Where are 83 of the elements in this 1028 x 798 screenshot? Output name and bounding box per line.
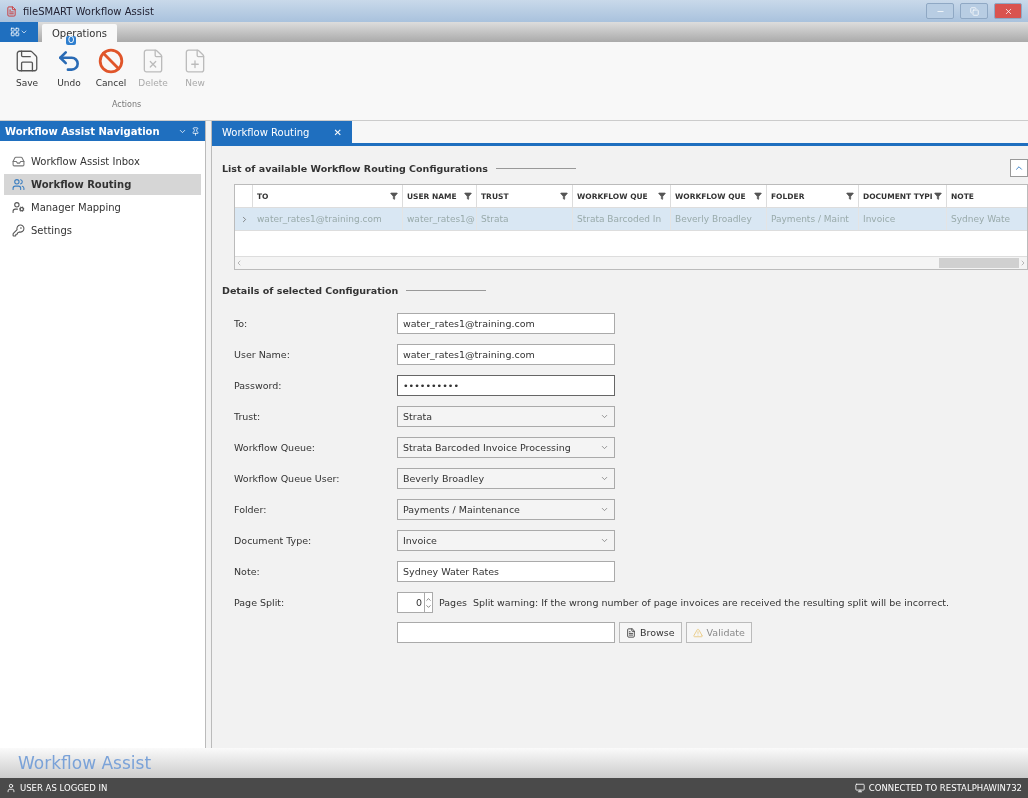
filter-icon[interactable] — [846, 192, 854, 200]
spin-down-icon[interactable] — [425, 602, 432, 610]
dropdown-field[interactable]: Strata Barcoded Invoice Processing — [397, 437, 615, 458]
close-icon — [1003, 6, 1013, 16]
user-icon — [12, 201, 25, 214]
nav-item[interactable]: Manager Mapping — [4, 197, 201, 218]
ribbon-button[interactable]: Save — [8, 48, 46, 98]
spin-up-icon[interactable] — [425, 595, 432, 603]
unit-label: Pages — [439, 597, 467, 608]
warning-text: Split warning: If the wrong number of page invoices are received the resulting split will be incorrect. — [472, 597, 950, 608]
close-tab-button[interactable]: ✕ — [333, 126, 342, 138]
filter-icon[interactable] — [754, 192, 762, 200]
inbox-icon — [12, 155, 25, 168]
field-label: To: — [234, 318, 249, 329]
cancel-icon — [98, 48, 124, 74]
field-label: Page Split: — [234, 597, 286, 608]
restore-icon — [969, 6, 979, 16]
filter-icon[interactable] — [560, 192, 568, 200]
grid-icon — [10, 27, 20, 37]
number-spinner[interactable]: 0 — [397, 592, 433, 613]
close-button[interactable] — [994, 3, 1022, 19]
text-field[interactable]: Sydney Water Rates — [397, 561, 615, 582]
filter-icon[interactable] — [464, 192, 472, 200]
warning-icon — [692, 627, 703, 638]
users-icon — [12, 178, 25, 191]
table-cell: water_rates1@ — [403, 208, 477, 230]
pin-icon[interactable] — [191, 126, 200, 136]
field-label: Workflow Queue: — [234, 442, 317, 453]
scroll-right-icon[interactable] — [1019, 259, 1027, 267]
table-cell: water_rates1@training.com — [253, 208, 403, 230]
field-label: Password: — [234, 380, 283, 391]
horizontal-scrollbar[interactable] — [235, 256, 1027, 269]
nav-item[interactable]: Workflow Assist Inbox — [4, 151, 201, 172]
dropdown-field[interactable]: Invoice — [397, 530, 615, 551]
scroll-left-icon[interactable] — [235, 259, 243, 267]
ribbon-button[interactable]: Undo — [50, 48, 88, 98]
ribbon-tab[interactable]: Operations O — [42, 24, 117, 42]
file-path-field[interactable] — [397, 622, 615, 643]
window-title: fileSMART Workflow Assist — [23, 5, 155, 17]
filter-icon[interactable] — [390, 192, 398, 200]
restore-button[interactable] — [960, 3, 988, 19]
field-label: Note: — [234, 566, 261, 577]
field-label: User Name: — [234, 349, 291, 360]
field-label: Document Type: — [234, 535, 313, 546]
dropdown-field[interactable]: Strata — [397, 406, 615, 427]
collapse-button[interactable] — [1010, 159, 1028, 177]
browse-button[interactable]: Browse — [619, 622, 682, 643]
table-cell: Strata — [477, 208, 573, 230]
filter-icon[interactable] — [934, 192, 942, 200]
key-icon — [12, 224, 25, 237]
field-label: Workflow Queue User: — [234, 473, 341, 484]
section-title: Details of selected Configuration — [222, 284, 399, 296]
status-text: USER AS LOGGED IN — [20, 783, 108, 793]
chevron-up-icon — [1014, 163, 1024, 173]
nav-item[interactable]: Workflow Routing — [4, 174, 201, 195]
password-field[interactable]: •••••••••• — [397, 375, 615, 396]
monitor-icon — [854, 783, 865, 793]
dropdown-field[interactable]: Payments / Maintenance — [397, 499, 615, 520]
text-field[interactable]: water_rates1@training.com — [397, 313, 615, 334]
field-label: Trust: — [234, 411, 262, 422]
group-label: Actions — [112, 100, 143, 109]
document-icon — [626, 627, 636, 638]
app-icon — [6, 5, 17, 17]
undo-icon — [56, 48, 82, 74]
brand-title: Workflow Assist — [18, 753, 152, 773]
panel-title: Workflow Assist Navigation — [5, 125, 161, 137]
save-icon — [14, 48, 40, 74]
field-label: Folder: — [234, 504, 268, 515]
document-tab[interactable]: Workflow Routing ✕ — [212, 121, 352, 143]
app-menu-button[interactable] — [0, 22, 38, 42]
ribbon-button[interactable]: Cancel — [92, 48, 130, 98]
filter-icon[interactable] — [658, 192, 666, 200]
text-field[interactable]: water_rates1@training.com — [397, 344, 615, 365]
table-cell: Payments / Maint — [767, 208, 859, 230]
status-text: CONNECTED TO RESTALPHAWIN732 — [868, 783, 1022, 793]
user-icon — [6, 783, 16, 793]
caret-icon — [20, 28, 28, 36]
nav-item[interactable]: Settings — [4, 220, 201, 241]
dropdown-field[interactable]: Beverly Broadley — [397, 468, 615, 489]
table-cell: Invoice — [859, 208, 947, 230]
table-cell: Sydney Wate — [947, 208, 1027, 230]
table-cell: Beverly Broadley — [671, 208, 767, 230]
section-title: List of available Workflow Routing Configurations — [222, 162, 488, 174]
